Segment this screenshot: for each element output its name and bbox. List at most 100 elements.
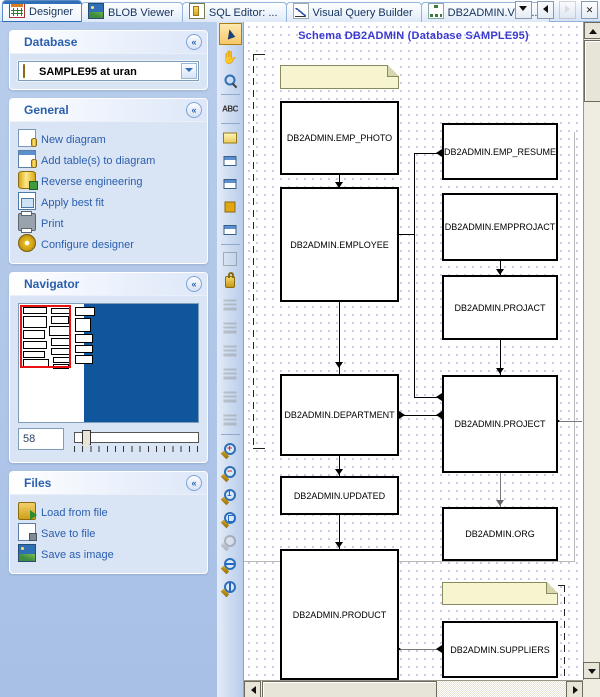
note-icon xyxy=(223,132,237,144)
zoom-slider-track xyxy=(74,432,199,443)
add-table-icon xyxy=(18,150,37,168)
new-table-tool[interactable] xyxy=(219,150,242,172)
hand-icon: ✋ xyxy=(221,49,239,65)
zoom-slider-thumb[interactable] xyxy=(82,430,91,449)
general-item-apply-best-fit[interactable]: Apply best fit xyxy=(18,192,199,213)
files-item-label: Save to file xyxy=(41,528,96,540)
diagram-note[interactable] xyxy=(280,65,399,89)
photo-icon xyxy=(88,3,105,19)
tab-close[interactable]: ✕ xyxy=(581,1,598,19)
tab-scroll-right xyxy=(558,1,576,19)
general-item-label: New diagram xyxy=(41,134,106,146)
diagram-table[interactable]: DB2ADMIN.EMPPROJACT xyxy=(442,193,558,261)
minimap-viewport-rect[interactable] xyxy=(20,305,71,368)
zoom-slider[interactable] xyxy=(74,430,199,452)
files-item-save-to-file[interactable]: Save to file xyxy=(18,523,199,544)
diagram-table-label: DB2ADMIN.ORG xyxy=(465,529,535,539)
scroll-up-button[interactable] xyxy=(584,22,600,39)
tab-label: Visual Query Builder xyxy=(312,7,413,19)
chevron-down-icon xyxy=(519,6,528,11)
general-item-add-table-s-to-diagram[interactable]: Add table(s) to diagram xyxy=(18,150,199,171)
tab-list-dropdown[interactable] xyxy=(514,1,532,19)
zoom-width-icon xyxy=(224,558,236,570)
gear-icon xyxy=(18,234,36,252)
zoom-fit-tool[interactable] xyxy=(219,507,242,529)
general-item-reverse-engineering[interactable]: Reverse engineering xyxy=(18,171,199,192)
pan-hand-tool[interactable]: ✋ xyxy=(219,46,242,68)
lock-tool[interactable] xyxy=(219,271,242,293)
diagram-table[interactable]: DB2ADMIN.EMP_RESUME xyxy=(442,123,558,180)
diagram-table-label: DB2ADMIN.PRODUCT xyxy=(292,609,387,620)
zoom-in-tool[interactable]: + xyxy=(219,438,242,460)
horizontal-scrollbar[interactable] xyxy=(244,680,583,697)
database-select-arrow[interactable] xyxy=(181,63,197,79)
zoom-out-tool[interactable]: − xyxy=(219,461,242,483)
vertical-scrollbar[interactable] xyxy=(583,22,600,680)
apply-best-fit-icon xyxy=(18,192,36,210)
navigator-zoom-controls: 58 xyxy=(18,428,199,454)
tab-blob-viewer[interactable]: BLOB Viewer xyxy=(81,2,183,22)
align-icon xyxy=(223,414,237,426)
diagram-table[interactable]: DB2ADMIN.PROJECT xyxy=(442,375,558,473)
zoom-height-tool[interactable] xyxy=(219,576,242,598)
horizontal-scroll-thumb[interactable] xyxy=(262,681,437,697)
diagram-table-label: DB2ADMIN.EMPLOYEE xyxy=(290,239,389,250)
database-panel-collapse-button[interactable]: « xyxy=(186,34,202,50)
document-icon xyxy=(188,3,205,19)
tab-scroll-left[interactable] xyxy=(536,1,554,19)
align-icon xyxy=(223,368,237,380)
files-item-save-as-image[interactable]: Save as image xyxy=(18,544,199,565)
minimap-selection-fill xyxy=(84,304,198,422)
zoom-value-input[interactable]: 58 xyxy=(18,428,64,450)
scroll-right-button[interactable] xyxy=(566,681,583,697)
zoom-in-icon: + xyxy=(224,443,236,455)
tab-sql-editor[interactable]: SQL Editor: ... xyxy=(181,2,287,22)
zoom-width-tool[interactable] xyxy=(219,553,242,575)
diagram-table[interactable]: DB2ADMIN.SUPPLIERS xyxy=(442,621,558,678)
diagram-area: Schema DB2ADMIN (Database SAMPLE95) DB2A… xyxy=(244,22,600,697)
general-item-new-diagram[interactable]: New diagram xyxy=(18,129,199,150)
files-panel-header: Files « xyxy=(10,472,207,495)
zoom-magnifier-tool[interactable] xyxy=(219,69,242,91)
relationship-line xyxy=(399,234,414,235)
general-item-print[interactable]: Print xyxy=(18,211,199,234)
tab-visual-query-builder[interactable]: Visual Query Builder xyxy=(285,2,422,22)
general-panel-collapse-button[interactable]: « xyxy=(186,102,202,118)
database-select[interactable]: SAMPLE95 at uran xyxy=(18,61,199,81)
diagram-table[interactable]: DB2ADMIN.PRODUCT xyxy=(280,549,399,680)
navigator-minimap[interactable] xyxy=(18,303,199,423)
scroll-left-button[interactable] xyxy=(244,681,261,697)
cursor-arrow-icon xyxy=(224,28,236,40)
relationship-arrowhead xyxy=(399,411,405,419)
general-item-configure-designer[interactable]: Configure designer xyxy=(18,234,199,255)
note-tool[interactable] xyxy=(219,127,242,149)
align-center-tool xyxy=(219,317,242,339)
diagram-canvas[interactable]: Schema DB2ADMIN (Database SAMPLE95) DB2A… xyxy=(244,22,583,680)
select-arrow-tool[interactable] xyxy=(218,23,242,45)
diagram-table[interactable]: DB2ADMIN.ORG xyxy=(442,507,558,561)
files-panel-collapse-button[interactable]: « xyxy=(186,475,202,491)
add-relation-tool[interactable] xyxy=(219,196,242,218)
zoom-fit-icon xyxy=(224,512,236,524)
general-panel-title: General xyxy=(24,103,69,117)
scroll-down-button[interactable] xyxy=(583,662,600,679)
arrow-up-icon xyxy=(589,29,597,34)
diagram-table[interactable]: DB2ADMIN.PROJACT xyxy=(442,275,558,340)
diagram-table-label: DB2ADMIN.SUPPLIERS xyxy=(450,644,550,655)
diagram-table[interactable]: DB2ADMIN.EMP_PHOTO xyxy=(280,101,399,175)
diagram-table[interactable]: DB2ADMIN.DEPARTMENT xyxy=(280,374,399,456)
link-table-tool[interactable] xyxy=(219,173,242,195)
files-item-load-from-file[interactable]: Load from file xyxy=(18,502,199,523)
grid-icon xyxy=(9,2,25,18)
diagram-table[interactable]: DB2ADMIN.EMPLOYEE xyxy=(280,187,399,302)
designer-window: Designer BLOB Viewer SQL Editor: ... Visual… xyxy=(0,0,600,697)
diagram-table[interactable]: DB2ADMIN.UPDATED xyxy=(280,476,399,515)
edit-relation-tool[interactable] xyxy=(219,219,242,241)
text-abc-tool[interactable]: ABC xyxy=(219,98,242,120)
diagram-note[interactable] xyxy=(442,582,558,605)
tab-designer[interactable]: Designer xyxy=(2,0,83,22)
grid-snap-icon xyxy=(223,252,237,266)
zoom-100-tool[interactable]: 1 xyxy=(219,484,242,506)
navigator-panel-collapse-button[interactable]: « xyxy=(186,276,202,292)
vertical-scroll-thumb[interactable] xyxy=(584,40,600,102)
